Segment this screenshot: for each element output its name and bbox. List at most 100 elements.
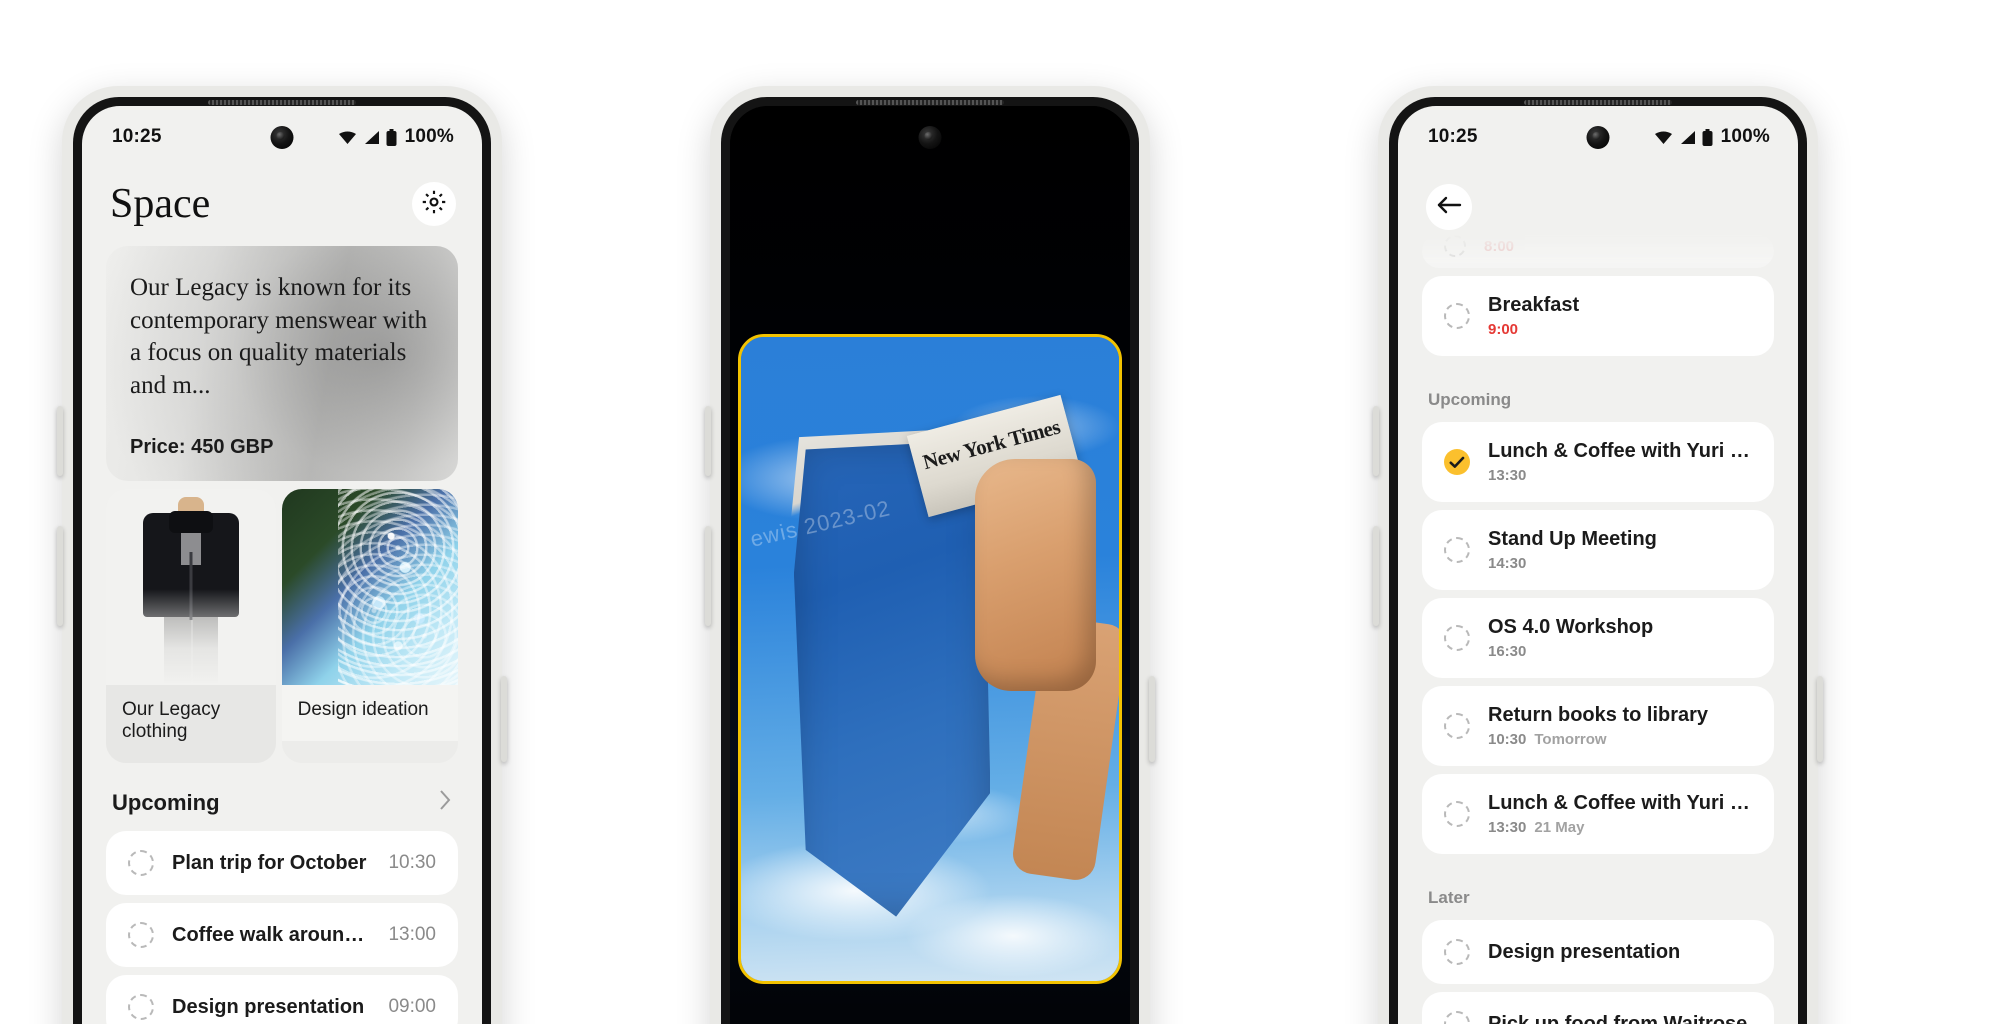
extra-button-center[interactable]	[1149, 676, 1155, 762]
task-row[interactable]: Design presentation 09:00	[106, 975, 458, 1024]
task-title: Lunch & Coffee with Yuri at Frequent...	[1488, 440, 1752, 462]
earpiece-speaker	[1524, 100, 1672, 105]
task-time: 13:00	[388, 924, 436, 945]
task-row[interactable]: Pick up food from Waitrose	[1422, 992, 1774, 1024]
thumbnail-label: Design ideation	[281, 685, 458, 741]
task-title: Breakfast	[1488, 294, 1580, 316]
photo-card[interactable]: New York Times ewis 2023-02	[738, 334, 1122, 984]
task-time: 13:30	[1488, 467, 1527, 484]
extra-button-left[interactable]	[501, 676, 507, 762]
status-time: 10:25	[1428, 126, 1478, 147]
task-day: 21 May	[1534, 819, 1585, 836]
task-subtitle: 16:30	[1488, 643, 1752, 660]
task-checkbox[interactable]	[1444, 713, 1470, 739]
section-title: Upcoming	[112, 790, 220, 815]
volume-button-center[interactable]	[705, 406, 711, 476]
chevron-right-icon[interactable]	[439, 789, 452, 817]
extra-button-right[interactable]	[1817, 676, 1823, 762]
task-checkbox[interactable]	[1444, 303, 1470, 329]
task-checkbox[interactable]	[128, 850, 154, 876]
wifi-icon	[338, 130, 357, 145]
note-card[interactable]: Our Legacy is known for its contemporary…	[106, 246, 458, 481]
screenshot-stage: 10:25 100% Space Our Legacy is known for…	[0, 0, 2000, 1024]
upcoming-section-header[interactable]: Upcoming	[82, 763, 482, 831]
power-button-right[interactable]	[1373, 526, 1379, 626]
task-row[interactable]: Stand Up Meeting 14:30	[1422, 510, 1774, 590]
task-subtitle: 10:30 Tomorrow	[1488, 731, 1752, 748]
task-row[interactable]: Plan trip for October 10:30	[106, 831, 458, 895]
power-button-center[interactable]	[705, 526, 711, 626]
power-button-left[interactable]	[57, 526, 63, 626]
task-title: Plan trip for October	[172, 851, 367, 874]
volume-button-right[interactable]	[1373, 406, 1379, 476]
task-checkbox[interactable]	[1444, 801, 1470, 827]
volume-button-left[interactable]	[57, 406, 63, 476]
task-time: 10:30	[388, 852, 436, 873]
note-card-text: Our Legacy is known for its contemporary…	[130, 274, 428, 399]
back-button[interactable]	[1426, 184, 1472, 230]
status-indicators: 100%	[1654, 126, 1770, 148]
task-checkbox[interactable]	[1444, 1011, 1470, 1024]
battery-icon	[1702, 128, 1713, 146]
task-checkbox[interactable]	[128, 922, 154, 948]
battery-icon	[386, 128, 397, 146]
check-icon	[1449, 456, 1465, 469]
phone-device-right: 10:25 100% 8:00 Breakfast 9:00 Upcoming …	[1373, 86, 1823, 1024]
note-card-price: Price: 450 GBP	[130, 436, 274, 458]
task-title: Design presentation	[172, 995, 365, 1018]
front-camera-punch-hole	[1586, 126, 1610, 149]
scrolled-task-row[interactable]: 8:00	[1422, 234, 1774, 268]
task-time: 10:30	[1488, 731, 1527, 748]
task-row[interactable]: Coffee walk around office 13:00	[106, 903, 458, 967]
group-label-later: Later	[1428, 888, 1470, 907]
thumbnail-card-ideation[interactable]: Design ideation	[281, 489, 458, 763]
task-title: Stand Up Meeting	[1488, 528, 1657, 550]
earpiece-speaker	[856, 100, 1004, 105]
thumbnail-card-clothing[interactable]: Our Legacy clothing	[106, 489, 276, 763]
task-subtitle: 13:30	[1488, 467, 1752, 484]
task-time: 14:30	[1488, 555, 1527, 572]
status-indicators: 100%	[338, 126, 454, 148]
task-title: Lunch & Coffee with Yuri at Frequent...	[1488, 792, 1752, 814]
signal-icon	[363, 130, 380, 145]
status-time: 10:25	[112, 126, 162, 147]
task-checkbox[interactable]	[1444, 625, 1470, 651]
thumbnail-row: Our Legacy clothing Design ideation	[106, 489, 458, 763]
phone-screen-center: New York Times ewis 2023-02	[730, 106, 1130, 1024]
gear-icon	[421, 189, 447, 220]
group-label-upcoming: Upcoming	[1428, 390, 1512, 409]
task-row[interactable]: Lunch & Coffee with Yuri at Frequent... …	[1422, 422, 1774, 502]
earpiece-speaker	[208, 100, 356, 105]
settings-button[interactable]	[412, 182, 456, 226]
task-subtitle: 9:00	[1488, 321, 1752, 338]
task-title: Pick up food from Waitrose	[1488, 1012, 1748, 1024]
task-subtitle: 14:30	[1488, 555, 1752, 572]
signal-icon	[1679, 130, 1696, 145]
thumbnail-label: Our Legacy clothing	[106, 685, 276, 763]
task-time: 16:30	[1488, 643, 1527, 660]
battery-percent: 100%	[1720, 126, 1770, 147]
page-title: Space	[110, 181, 211, 227]
wifi-icon	[1654, 130, 1673, 145]
task-time: 9:00	[1488, 321, 1519, 338]
task-checkbox[interactable]	[1444, 235, 1466, 257]
task-checkbox[interactable]	[1444, 939, 1470, 965]
task-checkbox-checked[interactable]	[1444, 449, 1470, 475]
task-row-breakfast[interactable]: Breakfast 9:00	[1422, 276, 1774, 356]
phone-device-center: New York Times ewis 2023-02	[705, 86, 1155, 1024]
phone-bezel-right: 10:25 100% 8:00 Breakfast 9:00 Upcoming …	[1389, 97, 1807, 1024]
phone-device-left: 10:25 100% Space Our Legacy is known for…	[57, 86, 507, 1024]
task-row[interactable]: OS 4.0 Workshop 16:30	[1422, 598, 1774, 678]
app-header: Space	[82, 168, 482, 246]
blue-lace-texture-photo	[281, 489, 458, 685]
phone-screen-right: 10:25 100% 8:00 Breakfast 9:00 Upcoming …	[1398, 106, 1798, 1024]
task-checkbox[interactable]	[128, 994, 154, 1020]
task-time: 13:30	[1488, 819, 1527, 836]
task-row[interactable]: Return books to library 10:30 Tomorrow	[1422, 686, 1774, 766]
task-title: OS 4.0 Workshop	[1488, 616, 1654, 638]
task-row[interactable]: Design presentation	[1422, 920, 1774, 984]
task-checkbox[interactable]	[1444, 537, 1470, 563]
front-camera-punch-hole	[270, 126, 294, 149]
task-row[interactable]: Lunch & Coffee with Yuri at Frequent... …	[1422, 774, 1774, 854]
phone-bezel-center: New York Times ewis 2023-02	[721, 97, 1139, 1024]
